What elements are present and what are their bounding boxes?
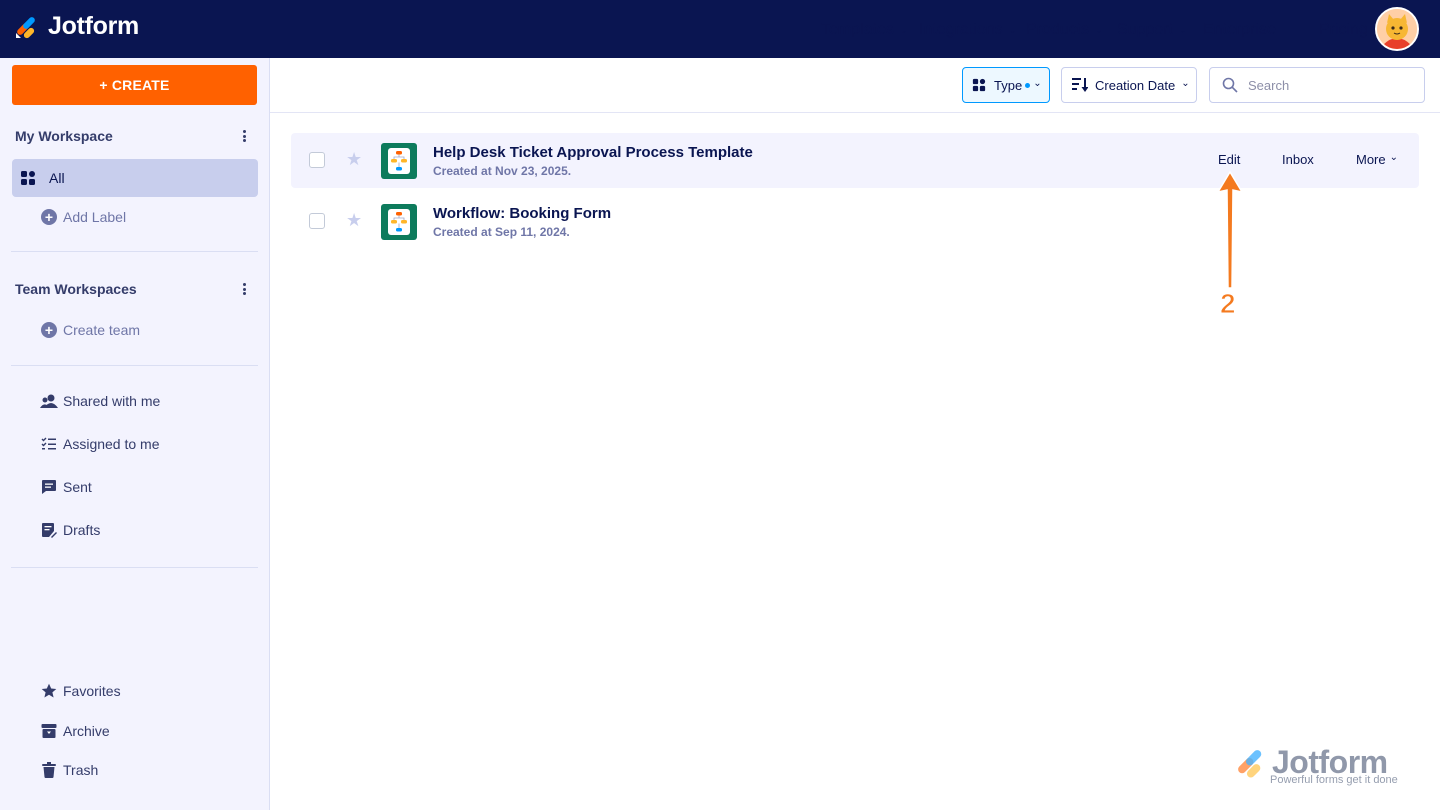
- sidebar-item-assigned-to-me[interactable]: Assigned to me: [12, 425, 258, 463]
- sidebar-item-add-label[interactable]: + Add Label: [12, 198, 258, 236]
- sidebar: + CREATE My Workspace All + Add Label Te…: [0, 58, 270, 810]
- cat-avatar-icon: [1377, 9, 1417, 49]
- jotform-logo-icon: [16, 16, 35, 38]
- nav-label: Pricing: [1319, 21, 1368, 38]
- sidebar-item-trash[interactable]: Trash: [12, 751, 258, 789]
- inbox-button[interactable]: Inbox: [1282, 152, 1314, 167]
- sidebar-item-create-team[interactable]: + Create team: [12, 311, 258, 349]
- annotation-arrow-icon: [1216, 170, 1244, 289]
- nav-support[interactable]: Support ⌄: [1117, 21, 1187, 39]
- sidebar-item-label: Shared with me: [63, 393, 161, 409]
- chevron-down-icon: ⌄: [1033, 78, 1042, 89]
- brand-name: Jotform: [48, 12, 139, 40]
- form-title[interactable]: Help Desk Ticket Approval Process Templa…: [433, 144, 753, 161]
- jotform-logo[interactable]: Jotform: [14, 12, 139, 41]
- sidebar-item-label: Add Label: [63, 209, 127, 225]
- form-created-date: Created at Sep 11, 2024.: [433, 225, 570, 239]
- grid-icon: [972, 78, 986, 92]
- jotform-watermark: Jotform Powerful forms get it done: [1234, 744, 1414, 794]
- nav-label: Templates: [821, 21, 894, 38]
- chevron-down-icon: ⌄: [1095, 25, 1103, 35]
- nav-integrations[interactable]: Integrations ⌄: [919, 21, 1016, 39]
- sidebar-item-label: Assigned to me: [63, 436, 160, 452]
- avatar[interactable]: [1375, 7, 1419, 51]
- nav-label: Enterprise: [1203, 21, 1276, 38]
- sidebar-item-label: Archive: [63, 723, 110, 739]
- type-filter-label: Type: [994, 77, 1023, 93]
- type-filter-button[interactable]: Type ⌄: [962, 67, 1050, 103]
- top-navbar: Jotform Templates ⌄ Integrations ⌄ Product…: [0, 0, 1440, 58]
- team-workspaces-menu-icon[interactable]: [238, 281, 250, 297]
- team-workspaces-title: Team Workspaces: [15, 281, 137, 297]
- list-toolbar: Type ⌄ Creation Date ⌄: [270, 58, 1440, 113]
- sidebar-item-archive[interactable]: Archive: [12, 712, 258, 750]
- sidebar-item-favorites[interactable]: Favorites: [12, 672, 258, 710]
- chevron-down-icon: ⌄: [1179, 25, 1187, 35]
- nav-templates[interactable]: Templates ⌄: [821, 21, 907, 39]
- divider: [11, 365, 258, 366]
- sort-button[interactable]: Creation Date ⌄: [1061, 67, 1197, 103]
- sidebar-item-label: Sent: [63, 479, 92, 495]
- workflow-form-icon: [381, 204, 417, 240]
- more-button[interactable]: More ⌄: [1356, 152, 1398, 167]
- more-label: More: [1356, 152, 1386, 167]
- sidebar-item-drafts[interactable]: Drafts: [12, 511, 258, 549]
- divider: [11, 251, 258, 252]
- sidebar-item-shared-with-me[interactable]: Shared with me: [12, 382, 258, 420]
- my-workspace-menu-icon[interactable]: [238, 128, 250, 144]
- sidebar-item-label: All: [49, 170, 65, 186]
- sidebar-item-label: Favorites: [63, 683, 121, 699]
- nav-label: Integrations: [919, 21, 1003, 38]
- sidebar-item-all[interactable]: All: [12, 159, 258, 197]
- nav-label: Support: [1117, 21, 1174, 38]
- draft-icon: [40, 521, 58, 539]
- workflow-form-icon: [381, 143, 417, 179]
- watermark-tagline: Powerful forms get it done: [1270, 774, 1398, 786]
- sidebar-item-sent[interactable]: Sent: [12, 468, 258, 506]
- star-icon: [40, 682, 58, 700]
- form-created-date: Created at Nov 23, 2025.: [433, 164, 572, 178]
- sidebar-item-label: Create team: [63, 322, 141, 338]
- nav-products[interactable]: Products ⌄: [1026, 21, 1103, 39]
- trash-icon: [40, 761, 58, 779]
- my-workspace-title: My Workspace: [15, 128, 113, 144]
- sort-label: Creation Date: [1095, 77, 1176, 93]
- plus-circle-icon: +: [40, 208, 58, 226]
- archive-icon: [40, 722, 58, 740]
- favorite-star-icon[interactable]: ★: [346, 150, 362, 168]
- row-checkbox[interactable]: [309, 213, 325, 229]
- nav-enterprise[interactable]: Enterprise: [1203, 21, 1276, 39]
- annotation-step-number: 2: [1220, 288, 1237, 320]
- chevron-down-icon: ⌄: [1389, 152, 1399, 163]
- grid-icon: [19, 169, 37, 187]
- form-title[interactable]: Workflow: Booking Form: [433, 205, 611, 222]
- jotform-watermark-logo-icon: [1238, 750, 1262, 778]
- search-icon: [1222, 77, 1238, 93]
- message-icon: [40, 478, 58, 496]
- sort-icon: [1072, 78, 1088, 92]
- chevron-down-icon: ⌄: [1008, 25, 1017, 35]
- create-button[interactable]: + CREATE: [12, 65, 257, 105]
- nav-pricing[interactable]: Pricing: [1319, 21, 1368, 39]
- row-checkbox[interactable]: [309, 152, 325, 168]
- sidebar-item-label: Drafts: [63, 522, 101, 538]
- edit-button[interactable]: Edit: [1218, 152, 1240, 167]
- favorite-star-icon[interactable]: ★: [346, 211, 362, 229]
- sidebar-item-label: Trash: [63, 762, 99, 778]
- chevron-down-icon: ⌄: [1181, 78, 1190, 89]
- chevron-down-icon: ⌄: [899, 25, 908, 35]
- search-box: [1209, 67, 1425, 103]
- shared-users-icon: [40, 392, 58, 410]
- plus-circle-icon: +: [40, 321, 58, 339]
- active-filter-dot: [1025, 82, 1031, 88]
- nav-label: Products: [1026, 21, 1090, 38]
- checklist-icon: [40, 435, 58, 453]
- divider: [11, 567, 258, 568]
- search-input[interactable]: [1248, 77, 1408, 93]
